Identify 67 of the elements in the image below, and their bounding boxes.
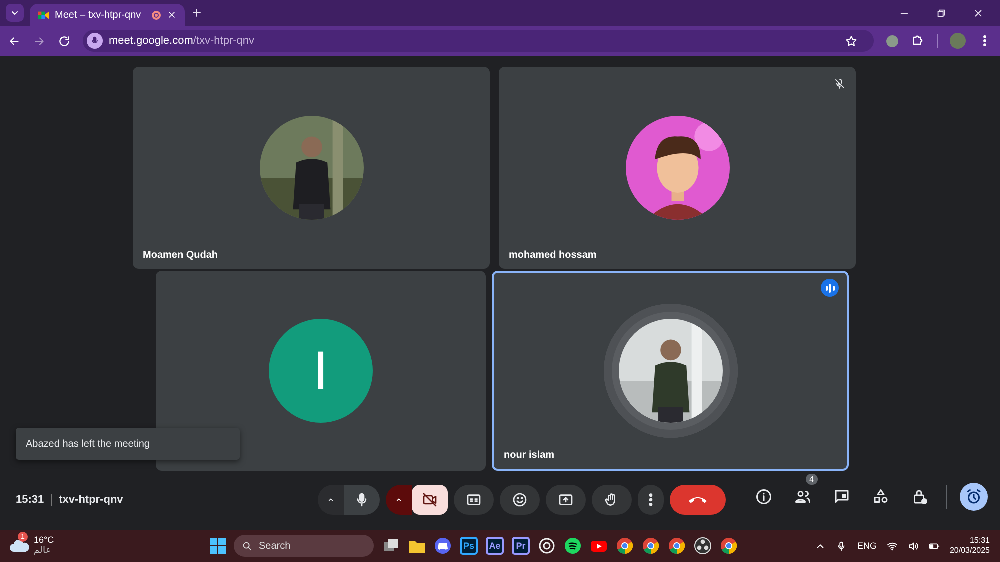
leave-call-button[interactable] [670,485,726,515]
windows-start-icon[interactable] [210,538,226,554]
raise-hand-button[interactable] [592,485,632,515]
cloud-icon[interactable] [10,538,30,554]
notification-toast: Abazed has left the meeting [16,428,240,460]
microphone-icon[interactable] [836,540,848,552]
meet-logo-icon [38,10,49,20]
back-icon[interactable] [8,34,21,48]
recorder-icon[interactable] [694,537,712,555]
tab-search-button[interactable] [6,4,24,22]
phone-icon [689,496,707,504]
game-controller-icon[interactable] [434,537,452,555]
search-icon [242,540,253,552]
present-button[interactable] [546,485,586,515]
url-text: meet.google.com/txv-htpr-qnv [109,35,255,47]
speaker-icon[interactable] [908,540,919,552]
captions-icon [466,492,482,508]
count-badge: 4 [806,474,818,485]
camera-button[interactable] [412,485,448,515]
participant-name: mohamed hossam [509,250,597,261]
participant-name: nour islam [504,450,555,461]
meeting-time: 15:31 [16,494,44,506]
emoji-icon [512,492,528,508]
browser-icon[interactable] [642,537,660,555]
close-icon[interactable] [973,8,984,18]
chat-icon [833,488,851,506]
more-options-button[interactable] [638,485,664,515]
present-icon [558,492,574,508]
restore-icon[interactable] [936,8,947,18]
app-icon[interactable]: Ae [486,537,504,555]
reactions-button[interactable] [500,485,540,515]
alarm-clock-icon [965,488,983,506]
music-app-icon[interactable] [564,537,582,555]
info-icon [755,488,773,506]
clock-time: 15:31 [970,536,990,546]
search-field[interactable]: Search [234,535,374,557]
meeting-code: txv-htpr-qnv [59,494,124,506]
microphone-button[interactable] [344,485,380,515]
participant-name: Moamen Qudah [143,250,218,261]
address-bar[interactable]: meet.google.com/txv-htpr-qnv [83,30,874,52]
browser-icon[interactable] [616,537,634,555]
timer-button[interactable] [960,483,988,511]
close-icon[interactable] [167,10,177,20]
extension-icon[interactable] [886,34,899,48]
avatar-letter: I [269,319,373,423]
forward-icon[interactable] [33,34,46,48]
app-icon[interactable]: Pr [512,537,530,555]
browser-icon[interactable] [720,537,738,555]
captions-button[interactable] [454,485,494,515]
people-icon [794,488,812,506]
reload-icon[interactable] [58,34,71,48]
clock-date: 20/03/2025 [950,546,990,556]
temperature: 16°C [34,536,54,546]
new-tab-icon[interactable] [191,7,203,19]
language-indicator[interactable]: ENG [857,541,877,551]
shapes-icon [872,488,890,506]
wifi-icon[interactable] [886,540,898,552]
browser-tab[interactable]: Meet – txv-htpr-qnv [30,4,185,26]
browser-icon[interactable] [668,537,686,555]
muted-microphone-icon [834,78,846,90]
lock-icon [911,488,929,506]
app-icon[interactable]: Ps [460,537,478,555]
weather-place: عالم [34,546,52,556]
microphone-icon [90,36,100,46]
camera-off-icon [422,492,438,508]
bookmark-star-icon[interactable] [845,34,858,48]
puzzle-icon[interactable] [911,34,925,48]
